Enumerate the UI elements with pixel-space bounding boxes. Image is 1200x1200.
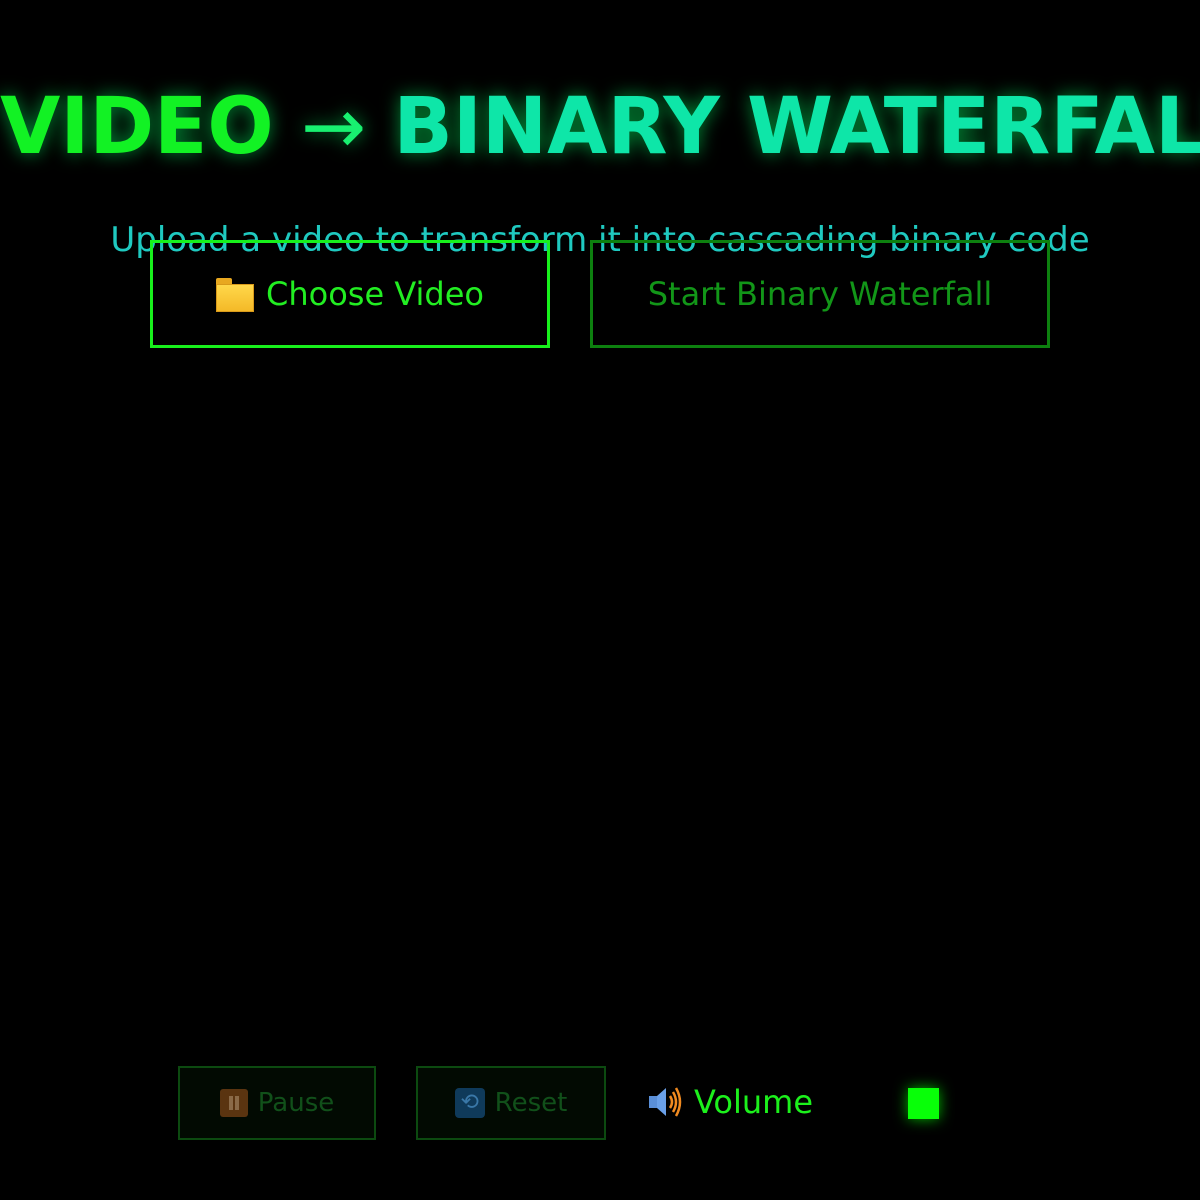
reset-label: Reset bbox=[494, 1088, 568, 1118]
pause-button[interactable]: Pause bbox=[178, 1066, 376, 1140]
pause-icon bbox=[219, 1089, 248, 1117]
start-waterfall-label: Start Binary Waterfall bbox=[647, 275, 993, 313]
volume-control: Volume bbox=[646, 1082, 813, 1122]
speaker-icon bbox=[649, 1087, 682, 1117]
page-title: VIDEO → BINARY WATERFALL bbox=[0, 82, 1200, 172]
app-root: VIDEO → BINARY WATERFALL Upload a video … bbox=[0, 0, 1200, 1200]
choose-video-button[interactable]: Choose Video bbox=[150, 240, 550, 348]
title-left: VIDEO bbox=[0, 82, 274, 172]
start-waterfall-button[interactable]: Start Binary Waterfall bbox=[590, 240, 1050, 348]
title-right: BINARY WATERFALL bbox=[393, 82, 1200, 172]
reset-icon: ⟲ bbox=[454, 1088, 485, 1118]
title-arrow: → bbox=[300, 82, 367, 172]
reset-button[interactable]: ⟲ Reset bbox=[416, 1066, 606, 1140]
volume-slider-thumb[interactable] bbox=[908, 1088, 939, 1119]
volume-label: Volume bbox=[694, 1083, 814, 1121]
pause-label: Pause bbox=[257, 1088, 335, 1118]
folder-icon bbox=[216, 278, 255, 312]
choose-video-label: Choose Video bbox=[266, 275, 484, 313]
